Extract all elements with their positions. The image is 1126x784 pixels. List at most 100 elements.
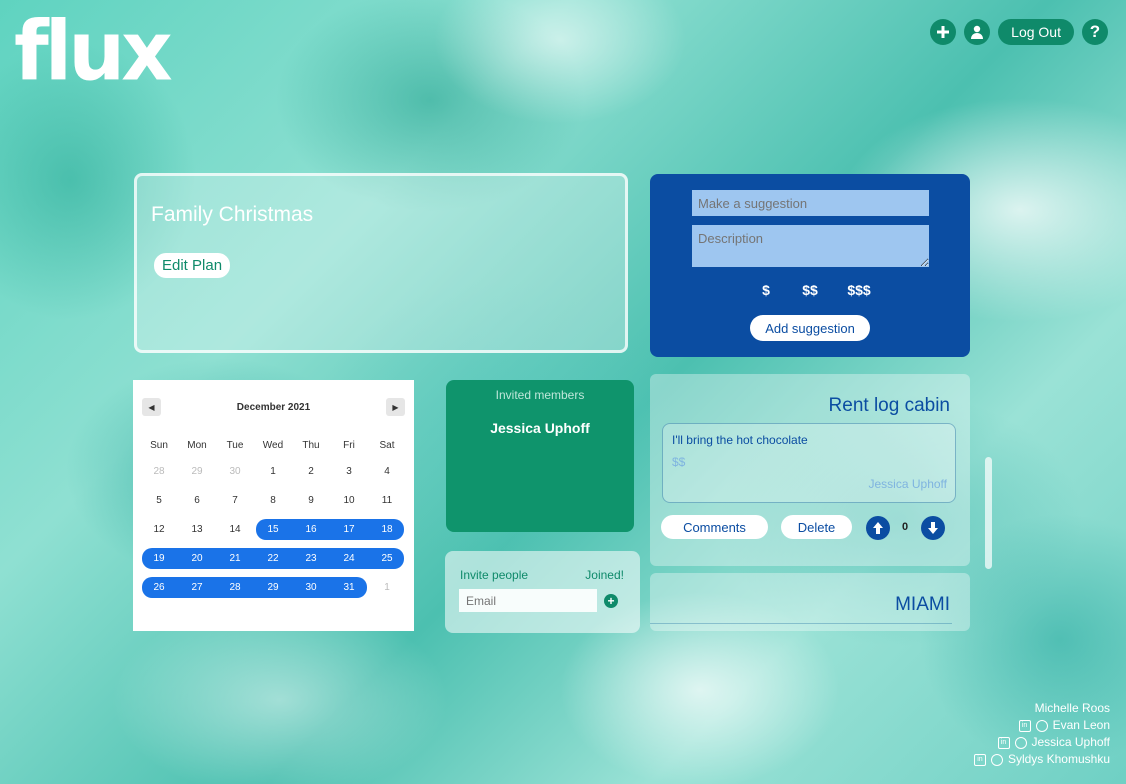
calendar-day[interactable]: 7: [216, 495, 254, 506]
invite-people-card: Invite people Joined! +: [445, 551, 640, 633]
plan-title: Family Christmas: [151, 203, 314, 226]
add-suggestion-button[interactable]: Add suggestion: [750, 315, 870, 341]
plan-card: Family Christmas Edit Plan: [134, 173, 628, 353]
calendar-day-selected[interactable]: 31: [330, 582, 368, 593]
logout-button[interactable]: Log Out: [998, 19, 1074, 45]
calendar-day-selected[interactable]: 21: [216, 553, 254, 564]
invited-members-title: Invited members: [495, 388, 585, 402]
calendar-day-selected[interactable]: 19: [140, 553, 178, 564]
invited-members-card: Invited members Jessica Uphoff: [446, 380, 634, 532]
credit-name: Jessica Uphoff: [1031, 735, 1111, 749]
suggestion-card: MIAMI: [650, 573, 970, 631]
calendar-day-selected[interactable]: 29: [254, 582, 292, 593]
calendar-day[interactable]: 9: [292, 495, 330, 506]
plus-circle-icon[interactable]: +: [604, 594, 618, 608]
suggestion-description: I'll bring the hot chocolate: [672, 433, 808, 447]
calendar-day-selected[interactable]: 23: [292, 553, 330, 564]
calendar-week: 12 13 14 15 16 17 18: [140, 515, 406, 544]
github-icon[interactable]: [1035, 719, 1048, 732]
divider: [650, 623, 952, 624]
calendar-day-selected[interactable]: 20: [178, 553, 216, 564]
question-icon[interactable]: ?: [1082, 19, 1108, 45]
credit-row: in Evan Leon: [974, 717, 1110, 734]
suggestion-title-input[interactable]: [692, 190, 929, 216]
github-icon[interactable]: [1014, 736, 1027, 749]
calendar-day[interactable]: 28: [140, 466, 178, 477]
arrow-up-icon[interactable]: [866, 516, 890, 540]
calendar-day-selected[interactable]: 22: [254, 553, 292, 564]
calendar-day-selected[interactable]: 24: [330, 553, 368, 564]
calendar-day-selected[interactable]: 28: [216, 582, 254, 593]
caret-right-icon[interactable]: ▶: [386, 398, 405, 416]
suggestion-title: MIAMI: [895, 594, 950, 615]
calendar-day[interactable]: 14: [216, 524, 254, 535]
joined-label: Joined!: [585, 568, 624, 582]
calendar-day[interactable]: 8: [254, 495, 292, 506]
weekday-label: Sat: [379, 440, 395, 451]
calendar-grid: 28 29 30 1 2 3 4 5 6 7 8 9 10 11 12 13 1…: [140, 457, 406, 602]
suggestion-form: $ $$ $$$ Add suggestion: [650, 174, 970, 357]
weekday-label: Wed: [262, 440, 284, 451]
delete-button[interactable]: Delete: [781, 515, 852, 539]
date-calendar: ◀ December 2021 ▶ Sun Mon Tue Wed Thu Fr…: [133, 380, 414, 631]
calendar-day[interactable]: 30: [216, 466, 254, 477]
calendar-day[interactable]: 1: [254, 466, 292, 477]
calendar-day[interactable]: 3: [330, 466, 368, 477]
weekday-label: Thu: [302, 440, 320, 451]
calendar-week: 26 27 28 29 30 31 1: [140, 573, 406, 602]
calendar-day[interactable]: 5: [140, 495, 178, 506]
flux-logo[interactable]: flux: [14, 9, 173, 95]
credit-row: Michelle Roos: [974, 700, 1110, 717]
calendar-day-selected[interactable]: 25: [368, 553, 406, 564]
calendar-day[interactable]: 11: [368, 495, 406, 506]
calendar-day-selected[interactable]: 27: [178, 582, 216, 593]
calendar-day-selected[interactable]: 15: [254, 524, 292, 535]
calendar-day[interactable]: 10: [330, 495, 368, 506]
suggestion-card: Rent log cabin I'll bring the hot chocol…: [650, 374, 970, 566]
weekday-label: Tue: [226, 440, 244, 451]
calendar-day[interactable]: 12: [140, 524, 178, 535]
plus-circle-icon[interactable]: [930, 19, 957, 45]
linkedin-icon[interactable]: in: [1018, 719, 1031, 732]
weekday-row: Sun Mon Tue Wed Thu Fri Sat: [140, 440, 406, 451]
price-option-medium[interactable]: $$: [796, 282, 824, 298]
price-option-high[interactable]: $$$: [845, 282, 873, 298]
top-toolbar: Log Out ?: [930, 19, 1108, 45]
calendar-day[interactable]: 1: [368, 582, 406, 593]
calendar-day[interactable]: 6: [178, 495, 216, 506]
vote-count: 0: [902, 521, 909, 533]
user-icon[interactable]: [964, 19, 991, 45]
comments-button[interactable]: Comments: [661, 515, 768, 539]
linkedin-icon[interactable]: in: [997, 736, 1010, 749]
calendar-day-selected[interactable]: 16: [292, 524, 330, 535]
weekday-label: Fri: [343, 440, 355, 451]
suggestions-scrollbar[interactable]: [985, 457, 992, 569]
suggestion-price: $$: [672, 455, 686, 469]
email-input[interactable]: [459, 589, 597, 612]
calendar-day-selected[interactable]: 30: [292, 582, 330, 593]
suggestion-title: Rent log cabin: [828, 395, 950, 416]
credit-row: in Jessica Uphoff: [974, 734, 1110, 751]
credit-row: in Syldys Khomushku: [973, 751, 1110, 768]
price-options: $ $$ $$$: [757, 282, 873, 298]
credit-name: Michelle Roos: [1034, 701, 1110, 715]
calendar-day-selected[interactable]: 26: [140, 582, 178, 593]
calendar-day[interactable]: 13: [178, 524, 216, 535]
arrow-down-icon[interactable]: [921, 516, 945, 540]
suggestion-description-input[interactable]: [692, 225, 929, 267]
calendar-day[interactable]: 4: [368, 466, 406, 477]
calendar-day[interactable]: 2: [292, 466, 330, 477]
invite-people-label: Invite people: [460, 568, 529, 582]
calendar-day[interactable]: 29: [178, 466, 216, 477]
calendar-day-selected[interactable]: 18: [368, 524, 406, 535]
price-option-low[interactable]: $: [757, 282, 775, 298]
edit-plan-button[interactable]: Edit Plan: [154, 253, 231, 278]
calendar-day-selected[interactable]: 17: [330, 524, 368, 535]
linkedin-icon[interactable]: in: [973, 753, 986, 766]
github-icon[interactable]: [990, 753, 1003, 766]
weekday-label: Sun: [150, 440, 168, 451]
suggestion-author: Jessica Uphoff: [868, 477, 948, 491]
credits: Michelle Roos in Evan Leon in Jessica Up…: [973, 700, 1110, 768]
weekday-label: Mon: [187, 440, 207, 451]
calendar-week: 28 29 30 1 2 3 4: [140, 457, 406, 486]
